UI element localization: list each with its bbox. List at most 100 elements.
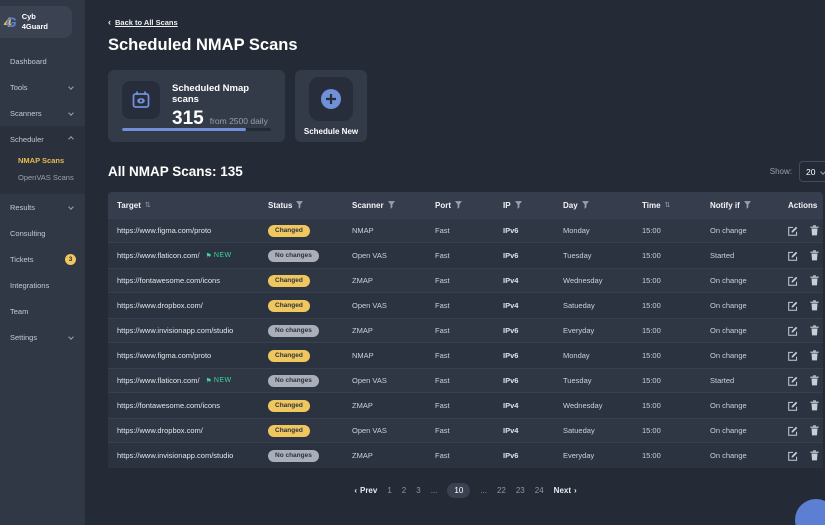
page-size-select[interactable]: 20 [799,161,825,182]
sort-icon[interactable]: ⇅ [665,201,671,209]
filter-icon[interactable] [581,201,589,209]
table-row[interactable]: https://www.flaticon.com/ ⚑ NEW No changes… [108,243,823,268]
target-url[interactable]: https://fontawesome.com/icons [117,401,220,410]
filter-icon[interactable] [296,201,304,209]
time-value: 15:00 [642,251,661,260]
prev-button[interactable]: ‹ Prev [354,486,377,495]
sidebar-item-scheduler[interactable]: Scheduler [0,126,85,152]
filter-icon[interactable] [387,201,395,209]
delete-icon[interactable] [810,325,819,336]
edit-icon[interactable] [788,251,798,261]
filter-icon[interactable] [743,201,751,209]
table-row[interactable]: https://www.flaticon.com/ ⚑ NEW No changes… [108,368,823,393]
column-header-scanner[interactable]: Scanner [352,201,435,210]
column-header-time[interactable]: Time ⇅ [642,201,710,210]
page-button-current[interactable]: 10 [447,483,471,498]
column-header-notify-if[interactable]: Notify if [710,201,788,210]
status-badge: Changed [268,224,310,237]
edit-icon[interactable] [788,301,798,311]
sidebar-item-results[interactable]: Results [0,194,85,220]
ip-value: IPv4 [503,301,519,310]
edit-icon[interactable] [788,226,798,236]
column-header-ip[interactable]: IP [503,201,563,210]
edit-icon[interactable] [788,351,798,361]
sidebar-item-integrations[interactable]: Integrations [0,272,85,298]
table-row[interactable]: https://fontawesome.com/icons⚑ Changed Z… [108,393,823,418]
sidebar-item-openvas-scans[interactable]: OpenVAS Scans [0,169,85,186]
target-url[interactable]: https://www.figma.com/proto [117,351,211,360]
sidebar-item-tickets[interactable]: Tickets 3 [0,246,85,272]
target-url[interactable]: https://www.flaticon.com/ [117,251,200,260]
edit-icon[interactable] [788,451,798,461]
delete-icon[interactable] [810,425,819,436]
delete-icon[interactable] [810,400,819,411]
ip-value: IPv4 [503,276,519,285]
delete-icon[interactable] [810,300,819,311]
scanner-value: ZMAP [352,451,373,460]
sidebar-item-scanners[interactable]: Scanners [0,100,85,126]
delete-icon[interactable] [810,225,819,236]
column-header-day[interactable]: Day [563,201,642,210]
ip-value: IPv6 [503,451,519,460]
filter-icon[interactable] [455,201,462,209]
page-button-2[interactable]: 2 [402,486,406,495]
table-row[interactable]: https://fontawesome.com/icons⚑ Changed Z… [108,268,823,293]
sidebar-item-dashboard[interactable]: Dashboard [0,48,85,74]
pagination-ellipsis: ... [480,486,487,495]
sidebar-item-consulting[interactable]: Consulting [0,220,85,246]
scheduler-submenu: Scheduler NMAP Scans OpenVAS Scans [0,126,85,194]
page-button-23[interactable]: 23 [516,486,525,495]
table-row[interactable]: https://www.invisionapp.com/studio⚑ No c… [108,318,823,343]
table-row[interactable]: https://www.invisionapp.com/studio⚑ No c… [108,443,823,468]
notify-value: On change [710,451,747,460]
brand-logo[interactable]: 4G Cyb 4Guard [0,6,72,38]
column-header-target[interactable]: Target ⇅ [117,201,268,210]
port-value: Fast [435,301,450,310]
port-value: Fast [435,351,450,360]
target-url[interactable]: https://www.figma.com/proto [117,226,211,235]
sidebar-item-nmap-scans[interactable]: NMAP Scans [0,152,85,169]
page-button-1[interactable]: 1 [387,486,391,495]
edit-icon[interactable] [788,401,798,411]
delete-icon[interactable] [810,250,819,261]
page-button-22[interactable]: 22 [497,486,506,495]
target-url[interactable]: https://www.invisionapp.com/studio [117,326,233,335]
table-row[interactable]: https://www.dropbox.com/⚑ Changed Open V… [108,293,823,318]
schedule-new-card[interactable]: Schedule New [295,70,367,142]
page-button-24[interactable]: 24 [535,486,544,495]
status-badge: No changes [268,449,319,462]
column-header-port[interactable]: Port [435,201,503,210]
ip-value: IPv6 [503,251,519,260]
edit-icon[interactable] [788,326,798,336]
sidebar-item-settings[interactable]: Settings [0,324,85,350]
table-row[interactable]: https://www.figma.com/proto⚑ Changed NMA… [108,343,823,368]
table-row[interactable]: https://www.dropbox.com/⚑ Changed Open V… [108,418,823,443]
target-url[interactable]: https://www.invisionapp.com/studio [117,451,233,460]
edit-icon[interactable] [788,376,798,386]
edit-icon[interactable] [788,426,798,436]
target-url[interactable]: https://www.dropbox.com/ [117,426,203,435]
table-header-row: Target ⇅ Status Scanner Port IP Day Time ⇅… [108,192,823,218]
plus-circle-icon[interactable] [309,77,353,121]
delete-icon[interactable] [810,350,819,361]
filter-icon[interactable] [514,201,522,209]
delete-icon[interactable] [810,275,819,286]
sidebar-item-tools[interactable]: Tools [0,74,85,100]
table-row[interactable]: https://www.figma.com/proto⚑ Changed NMA… [108,218,823,243]
notify-value: Started [710,376,735,385]
target-url[interactable]: https://fontawesome.com/icons [117,276,220,285]
target-url[interactable]: https://www.dropbox.com/ [117,301,203,310]
target-url[interactable]: https://www.flaticon.com/ [117,376,200,385]
status-badge: No changes [268,374,319,387]
delete-icon[interactable] [810,450,819,461]
column-header-status[interactable]: Status [268,201,352,210]
page-button-3[interactable]: 3 [416,486,420,495]
column-header-actions: Actions [788,200,818,210]
schedule-new-label: Schedule New [303,127,359,136]
next-button[interactable]: Next › [554,486,577,495]
back-link[interactable]: ‹ Back to All Scans [108,0,178,28]
sort-icon[interactable]: ⇅ [145,201,151,209]
delete-icon[interactable] [810,375,819,386]
edit-icon[interactable] [788,276,798,286]
sidebar-item-team[interactable]: Team [0,298,85,324]
